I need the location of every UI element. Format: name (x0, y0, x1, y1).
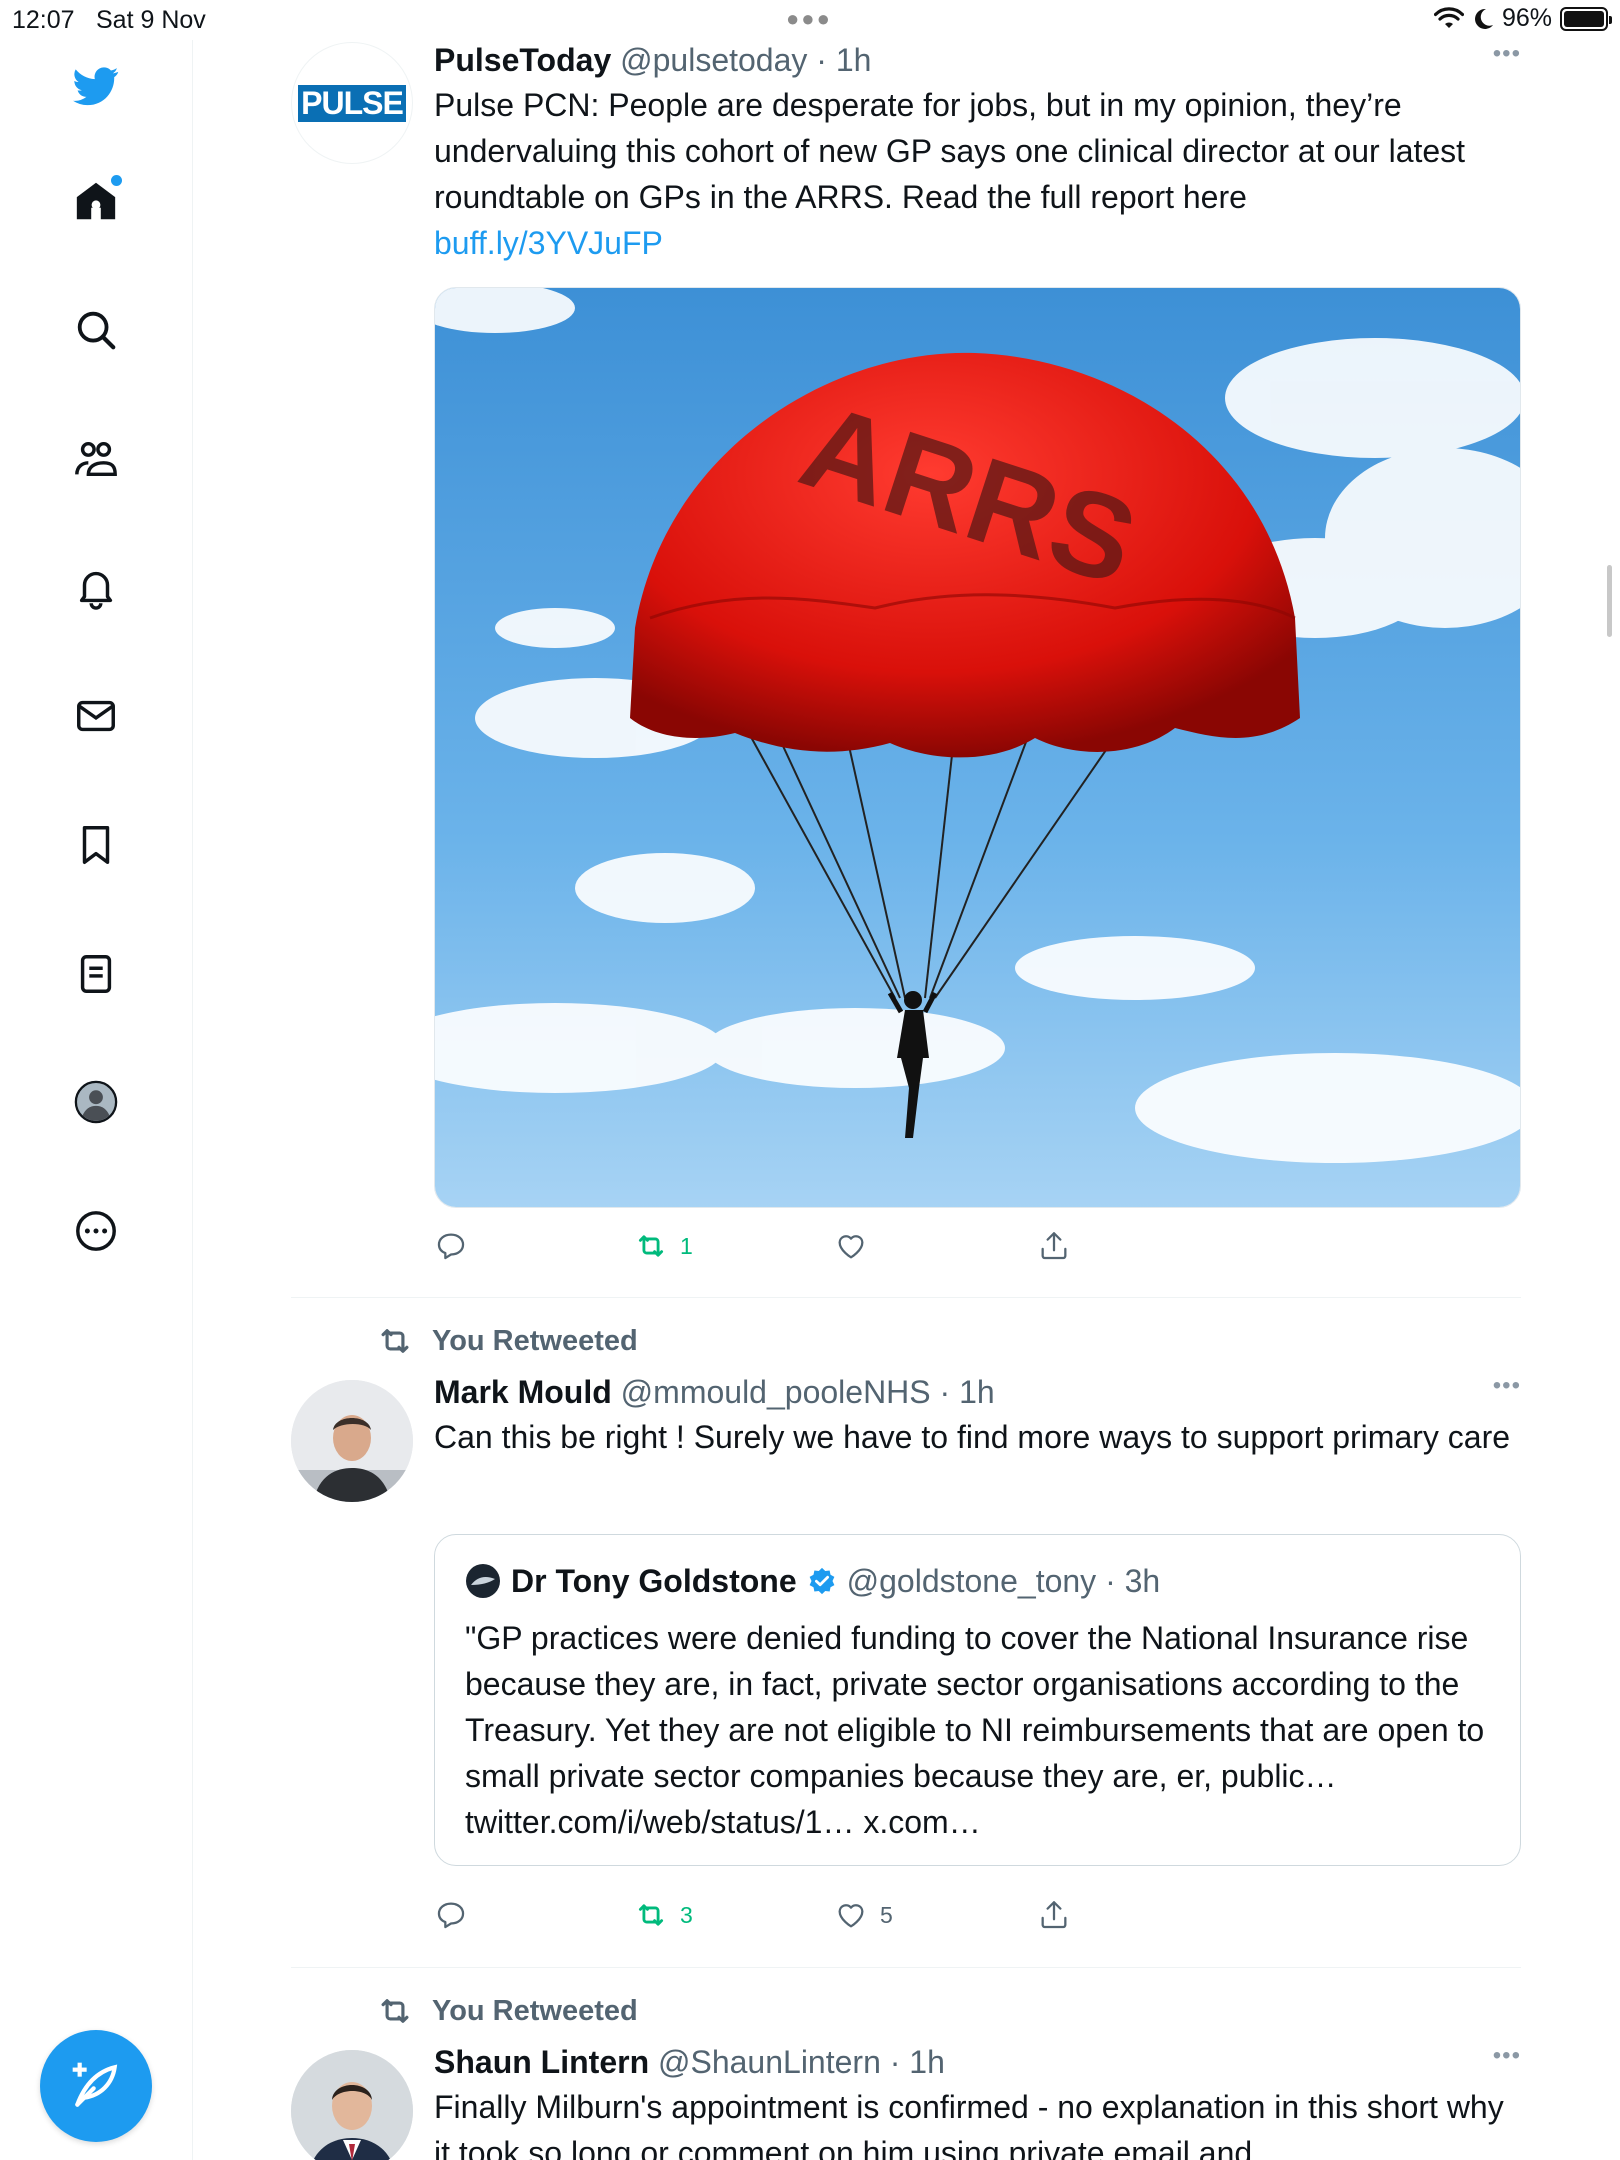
nav-more[interactable] (70, 1205, 122, 1257)
profile-avatar-icon (74, 1080, 118, 1124)
verified-badge-icon (809, 1567, 834, 1595)
heart-icon (838, 1235, 864, 1259)
status-bar: 12:07 Sat 9 Nov ●●● 96% (0, 0, 1620, 40)
author-handle-time[interactable]: @ShaunLintern · 1h (658, 2044, 945, 2080)
tweet-actions: 1 (434, 1229, 1234, 1269)
tweet-divider (291, 1967, 1521, 1968)
share-icon (1041, 1901, 1067, 1929)
tweet-text: Pulse PCN: People are desperate for jobs… (434, 82, 1521, 266)
retweet-count: 3 (680, 1901, 693, 1928)
communities-icon (75, 441, 117, 477)
more-options-icon[interactable]: ••• (1481, 2042, 1521, 2072)
quoted-author-avatar[interactable] (465, 1563, 501, 1599)
parachute-image: ARRS (435, 288, 1520, 1207)
avatar-shaun-lintern[interactable] (291, 2050, 413, 2160)
pulse-logo: PULSE (298, 84, 406, 122)
lists-icon (80, 955, 112, 993)
nav-messages[interactable] (70, 690, 122, 742)
retweet-context: You Retweeted (376, 1992, 638, 2030)
quoted-tweet[interactable]: Dr Tony Goldstone @goldstone_tony · 3h "… (434, 1534, 1521, 1866)
nav-communities[interactable] (70, 433, 122, 485)
retweet-context: You Retweeted (376, 1322, 638, 1360)
status-date: Sat 9 Nov (96, 6, 206, 34)
twitter-logo-icon[interactable] (70, 60, 122, 112)
share-button[interactable] (1037, 1229, 1071, 1263)
author-name[interactable]: Mark Mould (434, 1374, 612, 1410)
tweet-actions: 3 5 (434, 1898, 1234, 1938)
moon-icon (1474, 8, 1493, 29)
retweet-context-icon (381, 1329, 409, 1353)
status-time: 12:07 (12, 6, 75, 34)
status-indicators: 96% (1433, 4, 1612, 33)
like-button[interactable] (834, 1229, 868, 1263)
home-icon (76, 182, 116, 220)
scroll-indicator[interactable] (1607, 565, 1612, 637)
search-icon (77, 311, 116, 350)
tweet-link[interactable]: buff.ly/3YVJuFP (434, 225, 663, 261)
tweet-text-body: Pulse PCN: People are desperate for jobs… (434, 87, 1466, 215)
bookmark-icon (82, 826, 110, 864)
quoted-author-name: Dr Tony Goldstone (511, 1563, 797, 1599)
reply-button[interactable] (434, 1898, 468, 1932)
more-circle-icon (76, 1211, 116, 1251)
share-button[interactable] (1037, 1898, 1071, 1932)
retweet-button[interactable]: 1 (634, 1229, 693, 1263)
avatar-photo (291, 2050, 413, 2160)
reply-icon (437, 1233, 465, 1260)
author-name[interactable]: Shaun Lintern (434, 2044, 649, 2080)
wifi-icon (1433, 6, 1464, 28)
nav-lists[interactable] (70, 948, 122, 1000)
battery-icon (1560, 6, 1612, 31)
nav-home[interactable] (70, 175, 122, 227)
tweet-header: Shaun Lintern @ShaunLintern · 1h (434, 2042, 1521, 2082)
tweet-image-parachute[interactable]: ARRS (434, 287, 1521, 1208)
more-options-icon[interactable]: ••• (1481, 1372, 1521, 1402)
battery-percent: 96% (1501, 4, 1552, 32)
author-handle-time[interactable]: @mmould_pooleNHS · 1h (621, 1374, 995, 1410)
bell-icon (79, 571, 113, 610)
sidebar (0, 40, 193, 2160)
quoted-tweet-header: Dr Tony Goldstone @goldstone_tony · 3h (465, 1561, 1490, 1601)
tweet-header: Mark Mould @mmould_pooleNHS · 1h (434, 1372, 1521, 1412)
retweet-button[interactable]: 3 (634, 1898, 693, 1932)
nav-notifications[interactable] (70, 561, 122, 613)
author-handle-time[interactable]: @pulsetoday · 1h (620, 42, 871, 78)
like-button[interactable]: 5 (834, 1898, 893, 1932)
author-name[interactable]: PulseToday (434, 42, 611, 78)
nav-bookmarks[interactable] (70, 819, 122, 871)
retweet-context-label: You Retweeted (432, 1324, 638, 1357)
nav-search[interactable] (70, 304, 122, 356)
tweet-text: Can this be right ! Surely we have to fi… (434, 1419, 1511, 1455)
tweet-header: PulseToday @pulsetoday · 1h (434, 40, 1521, 80)
home-notification-dot (111, 175, 122, 186)
reply-icon (437, 1902, 465, 1929)
tweet-text: Finally Milburn's appointment is confirm… (434, 2089, 1504, 2160)
avatar-photo (291, 1380, 413, 1502)
retweet-icon (638, 1904, 664, 1926)
quoted-tweet-text: "GP practices were denied funding to cov… (465, 1620, 1485, 1840)
tweet-divider (291, 1297, 1521, 1298)
retweet-context-icon (381, 1999, 409, 2023)
quoted-author-handle-time: @goldstone_tony · 3h (846, 1563, 1161, 1599)
retweet-icon (638, 1235, 664, 1257)
retweet-context-label: You Retweeted (432, 1994, 638, 2027)
avatar-mark-mould[interactable] (291, 1380, 413, 1502)
compose-tweet-button[interactable] (40, 2030, 152, 2142)
share-icon (1041, 1232, 1067, 1260)
like-count: 5 (880, 1901, 893, 1928)
avatar-pulsetoday[interactable]: PULSE (291, 42, 413, 164)
mail-icon (77, 700, 115, 732)
reply-button[interactable] (434, 1229, 468, 1263)
heart-icon (838, 1904, 864, 1928)
retweet-count: 1 (680, 1232, 693, 1259)
multitasking-dots-icon[interactable]: ●●● (786, 6, 832, 32)
compose-feather-icon (72, 2062, 118, 2107)
nav-profile[interactable] (70, 1076, 122, 1128)
more-options-icon[interactable]: ••• (1481, 40, 1521, 70)
